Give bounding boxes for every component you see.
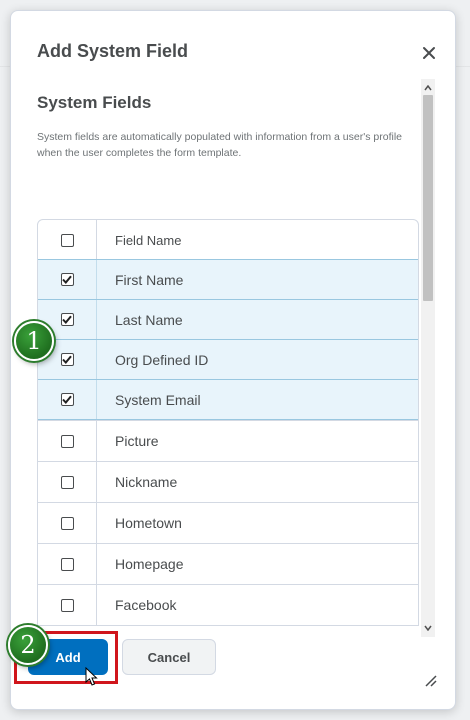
field-name-label: Hometown: [115, 515, 182, 531]
table-row[interactable]: Hometown: [38, 502, 418, 543]
table-row[interactable]: Homepage: [38, 543, 418, 584]
row-checkbox[interactable]: [60, 353, 74, 366]
cancel-button[interactable]: Cancel: [122, 639, 216, 675]
table-row[interactable]: System Email: [38, 379, 418, 420]
row-checkbox[interactable]: [60, 313, 74, 326]
close-icon: [423, 47, 435, 59]
section-description: System fields are automatically populate…: [37, 131, 403, 159]
row-checkbox-cell: [38, 462, 97, 502]
step-1-badge: 1: [14, 321, 54, 361]
scrollbar-thumb[interactable]: [423, 95, 433, 301]
row-checkbox[interactable]: [60, 598, 74, 612]
row-checkbox[interactable]: [60, 516, 74, 530]
scroll-down-arrow-icon[interactable]: [421, 621, 435, 635]
row-checkbox-cell: [38, 585, 97, 625]
check-icon: [62, 275, 72, 284]
check-icon: [62, 315, 72, 324]
field-name-label: Facebook: [115, 597, 177, 613]
table-row[interactable]: Facebook: [38, 584, 418, 625]
dialog-title: Add System Field: [37, 41, 189, 61]
field-name-label: First Name: [115, 271, 184, 288]
field-name-label: Org Defined ID: [115, 351, 209, 368]
table-row[interactable]: Last Name: [38, 299, 418, 340]
resize-handle-icon[interactable]: [423, 673, 437, 687]
select-all-checkbox[interactable]: [60, 233, 74, 247]
table-row[interactable]: First Name: [38, 259, 418, 300]
hand-cursor-icon: [85, 667, 98, 686]
field-name-label: Nickname: [115, 474, 178, 490]
table-row[interactable]: Picture: [38, 420, 418, 461]
background-divider: [456, 66, 470, 67]
table-header-row: Field Name: [38, 220, 418, 260]
row-checkbox-cell: [38, 544, 97, 584]
row-checkbox[interactable]: [60, 393, 74, 406]
close-button[interactable]: [415, 39, 443, 67]
field-name-label: Homepage: [115, 556, 184, 572]
background-divider: [0, 66, 10, 67]
column-header-field-name: Field Name: [115, 232, 182, 248]
table-row[interactable]: Org Defined ID: [38, 339, 418, 380]
row-checkbox-cell: [38, 380, 97, 419]
section-heading: System Fields: [37, 93, 152, 112]
select-all-cell: [38, 220, 97, 260]
dialog-scroll-area[interactable]: System Fields System fields are automati…: [11, 79, 439, 639]
row-checkbox[interactable]: [60, 273, 74, 286]
field-name-label: System Email: [115, 391, 201, 408]
vertical-scrollbar[interactable]: [421, 79, 435, 637]
field-name-label: Last Name: [115, 311, 183, 328]
row-checkbox[interactable]: [60, 475, 74, 489]
step-2-badge: 2: [8, 625, 48, 665]
system-fields-table: Field Name First Name Last Name Org Define…: [37, 219, 419, 626]
table-row[interactable]: Nickname: [38, 461, 418, 502]
scroll-up-arrow-icon[interactable]: [421, 81, 435, 95]
row-checkbox-cell: [38, 503, 97, 543]
row-checkbox[interactable]: [60, 557, 74, 571]
row-checkbox[interactable]: [60, 434, 74, 448]
row-checkbox-cell: [38, 421, 97, 461]
row-checkbox-cell: [38, 260, 97, 299]
check-icon: [62, 355, 72, 364]
add-system-field-dialog: Add System Field System Fields System fi…: [10, 10, 456, 710]
field-name-label: Picture: [115, 433, 159, 449]
check-icon: [62, 395, 72, 404]
